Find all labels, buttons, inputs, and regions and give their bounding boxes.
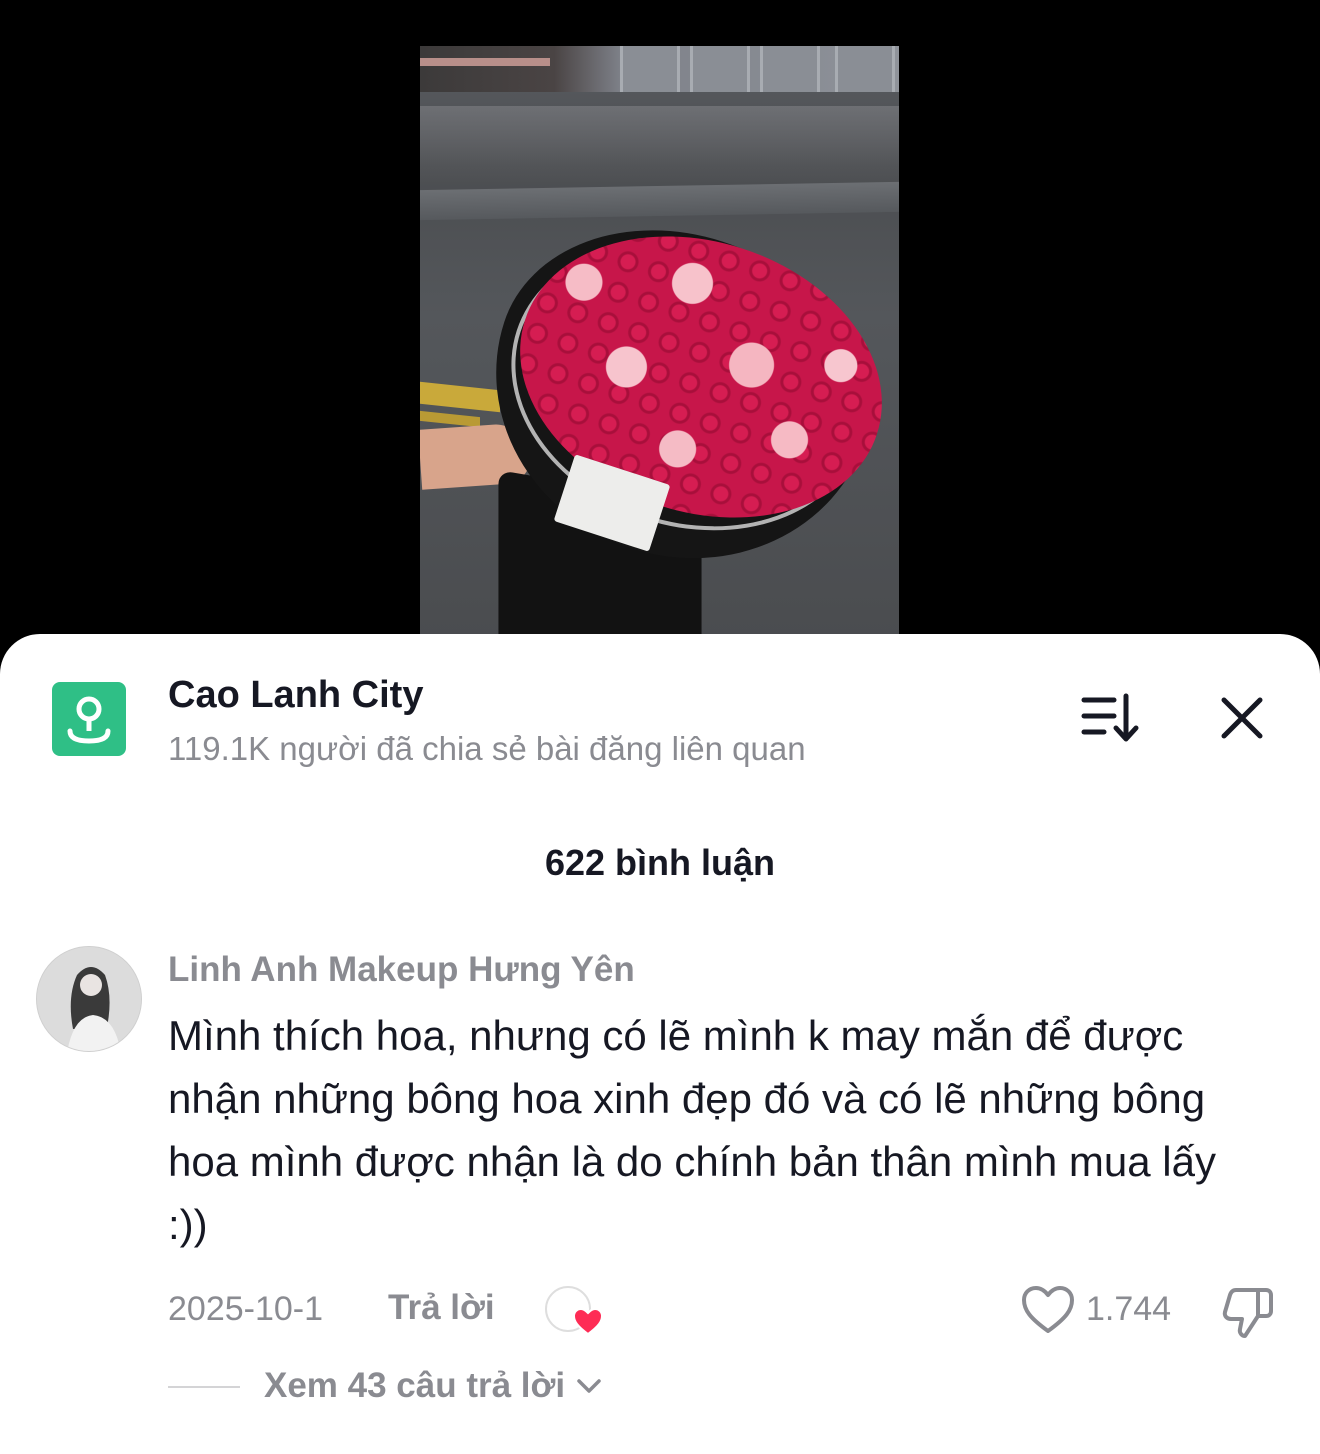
like-count: 1.744 <box>1086 1290 1172 1328</box>
chevron-down-icon <box>577 1379 601 1393</box>
comment-text: Mình thích hoa, nhưng có lẽ mình k may m… <box>168 1012 1216 1248</box>
dislike-icon[interactable] <box>1220 1284 1276 1340</box>
app-screen: Cao Lanh City 119.1K người đã chia sẻ bà… <box>0 0 1320 1454</box>
comment-author[interactable]: Linh Anh Makeup Hưng Yên <box>168 950 635 990</box>
replies-divider <box>168 1386 240 1388</box>
location-title[interactable]: Cao Lanh City <box>168 674 423 717</box>
video-preview[interactable] <box>420 46 899 646</box>
creator-liked-badge <box>545 1286 607 1336</box>
location-pin-icon[interactable] <box>52 682 126 756</box>
comments-sheet: Cao Lanh City 119.1K người đã chia sẻ bà… <box>0 634 1320 1454</box>
heart-icon <box>573 1308 603 1336</box>
like-icon[interactable] <box>1020 1284 1076 1336</box>
view-replies-label: Xem 43 câu trả lời <box>264 1366 566 1405</box>
close-icon[interactable] <box>1214 690 1270 746</box>
location-subtitle: 119.1K người đã chia sẻ bài đăng liên qu… <box>168 730 806 767</box>
reply-button[interactable]: Trả lời <box>388 1288 495 1328</box>
comment-date: 2025-10-1 <box>168 1290 324 1328</box>
view-replies-button[interactable]: Xem 43 câu trả lời <box>264 1366 603 1406</box>
sort-icon[interactable] <box>1080 692 1142 744</box>
avatar[interactable] <box>36 946 142 1052</box>
comment-count: 622 bình luận <box>544 842 776 883</box>
